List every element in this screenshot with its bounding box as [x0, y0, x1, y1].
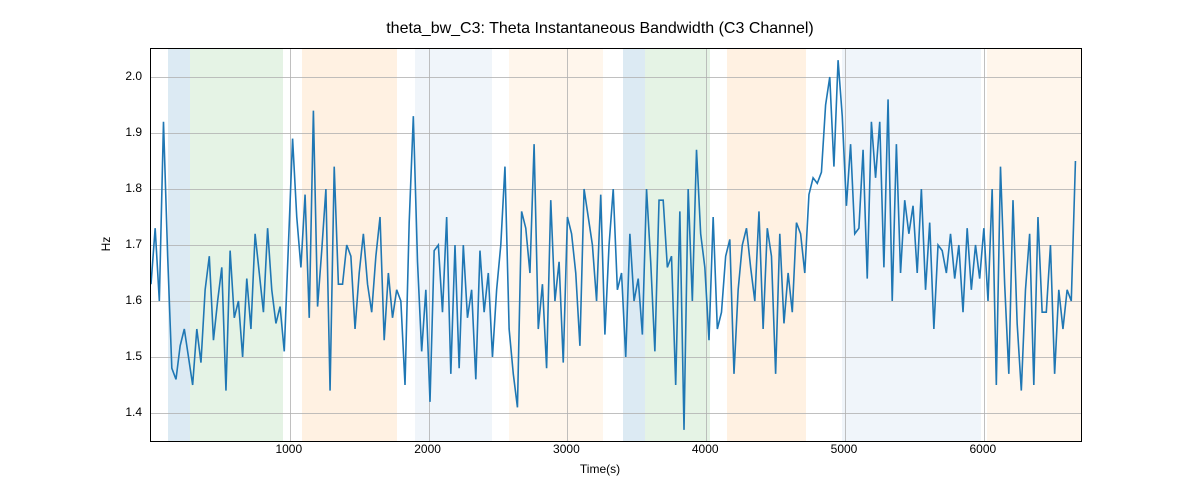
y-tick-label: 1.7	[125, 237, 142, 251]
x-tick-label: 1000	[275, 442, 302, 456]
y-tick-label: 1.8	[125, 181, 142, 195]
x-axis-label: Time(s)	[0, 462, 1200, 476]
chart-container: theta_bw_C3: Theta Instantaneous Bandwid…	[0, 0, 1200, 500]
x-tick-label: 2000	[414, 442, 441, 456]
plot-area	[150, 48, 1082, 442]
y-tick-label: 1.6	[125, 293, 142, 307]
x-tick-label: 3000	[553, 442, 580, 456]
x-tick-label: 6000	[969, 442, 996, 456]
line-series	[151, 49, 1081, 441]
x-tick-label: 5000	[831, 442, 858, 456]
y-tick-label: 1.5	[125, 349, 142, 363]
y-axis-label: Hz	[99, 237, 113, 252]
series-polyline	[151, 60, 1075, 430]
chart-title: theta_bw_C3: Theta Instantaneous Bandwid…	[0, 20, 1200, 38]
y-tick-label: 2.0	[125, 69, 142, 83]
x-tick-label: 4000	[692, 442, 719, 456]
y-tick-label: 1.9	[125, 125, 142, 139]
y-tick-label: 1.4	[125, 405, 142, 419]
